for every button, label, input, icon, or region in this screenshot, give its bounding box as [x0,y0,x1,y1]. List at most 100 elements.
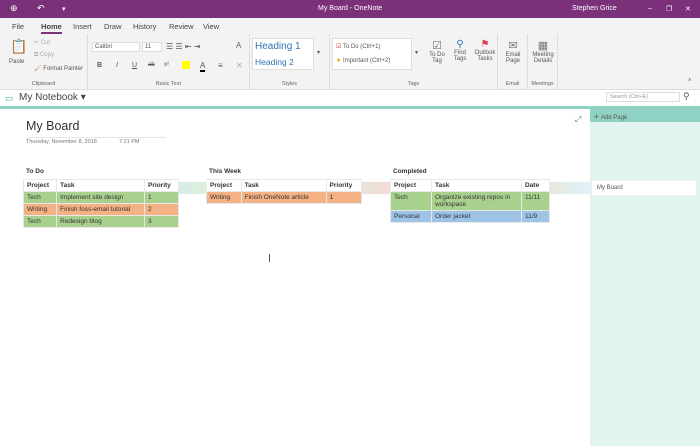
strikethrough-button[interactable]: ab [148,62,155,68]
quick-access-dropdown[interactable]: ▾ [62,5,66,13]
window-title: My Board - OneNote [318,5,383,12]
column-header: Project [390,179,432,192]
add-page-label: Add Page [600,115,628,121]
user-name[interactable]: Stephen Grice [572,5,617,12]
bold-button[interactable]: B [97,62,102,69]
this-week-table: Project Task Priority Writing Finish OneNot… [206,179,363,204]
find-icon: ⚲ [456,39,464,50]
tab-view[interactable]: View [203,22,219,31]
cell: 1 [325,191,363,204]
heading-2-style[interactable]: Heading 2 [255,57,294,67]
completed-table: Project Task Date Tech Organize existing re… [390,179,551,223]
close-button[interactable]: ✕ [685,5,691,13]
cut-button[interactable]: ✂ Cut [34,39,50,46]
column-header: Project [22,179,58,192]
cell: Writing [22,203,58,216]
tab-review[interactable]: Review [169,22,194,31]
superscript-button[interactable]: x² [164,62,169,68]
search-icon[interactable]: ⚲ [683,91,690,102]
table-row[interactable]: Writing Finish OneNote article 1 [206,191,363,204]
scissors-icon: ✂ [34,40,41,46]
completed-title: Completed [393,168,427,175]
calendar-icon: ▦ [537,40,549,52]
expand-icon[interactable]: ⤢ [575,115,581,125]
basic-text-label: Basic Text [156,81,181,87]
outlook-tasks-button[interactable]: ⚑ Outlook Tasks [473,39,497,62]
email-page-label: Email Page [505,52,521,64]
tags-dropdown-icon[interactable]: ▾ [415,49,418,56]
styles-dropdown-icon[interactable]: ▾ [317,49,320,56]
tab-history[interactable]: History [133,22,156,31]
this-week-title: This Week [209,168,242,175]
tab-draw[interactable]: Draw [104,22,122,31]
title-bar: ⊕ ↶ ▾ My Board - OneNote Stephen Grice –… [0,0,700,18]
cell: Order jacket [430,210,522,223]
page-title[interactable]: My Board [26,119,80,133]
tags-gallery: ☑ To Do (Ctrl+1) ★ Important (Ctrl+2) [332,38,412,70]
tab-insert[interactable]: Insert [73,22,92,31]
add-page-button[interactable]: + Add Page [590,109,700,122]
cell: Finish foss-email tutorial [56,203,146,216]
column-header: Project [206,179,242,192]
back-button[interactable]: ⊕ [10,3,18,14]
search-input[interactable]: Search (Ctrl+E) [606,92,680,102]
todo-tag-item[interactable]: ☑ To Do (Ctrl+1) [336,43,380,50]
format-painter-label: Format Painter [43,66,83,72]
font-size-select[interactable]: 11 [142,42,162,52]
cell: 1 [144,191,179,204]
underline-button[interactable]: U [132,62,137,69]
text-cursor [269,254,270,262]
cell: 2 [144,203,179,216]
align-icon[interactable]: ≡ [218,61,223,70]
notebook-selector[interactable]: My Notebook ▾ [19,92,86,103]
table-row[interactable]: Tech Organize existing repos in workspace… [390,191,551,211]
important-tag-label: Important (Ctrl+2) [343,58,391,64]
heading-1-style[interactable]: Heading 1 [255,41,301,52]
cell: Tech [22,215,58,228]
page-item-my-board[interactable]: My Board [592,181,696,195]
collapse-ribbon-icon[interactable]: ˄ [688,78,692,84]
table-row[interactable]: Writing Finish foss-email tutorial 2 [22,203,179,216]
todo-tag-button[interactable]: ☑ To Do Tag [428,39,446,64]
font-color-button[interactable]: A [200,61,206,72]
format-painter-button[interactable]: 🖌 Format Painter [34,65,83,72]
clipboard-group: 📋 Paste ✂ Cut ⧉ Copy 🖌 Format Painter Cl… [0,34,88,90]
styles-group: Heading 1 Heading 2 ▾ Styles [250,34,330,90]
meeting-details-button[interactable]: ▦ Meeting Details [530,39,556,64]
cell: 11/11 [520,191,551,211]
restore-button[interactable]: ❐ [666,5,672,13]
copy-button[interactable]: ⧉ Copy [34,52,54,59]
find-tags-button[interactable]: ⚲ Find Tags [451,39,469,62]
minimize-button[interactable]: – [648,5,652,12]
cell: Organize existing repos in workspace [430,191,522,211]
table-row[interactable]: Personal Order jacket 11/9 [390,210,551,223]
tab-home[interactable]: Home [41,22,62,34]
page-time: 7:21 PM [119,139,140,145]
table-row[interactable]: Tech Implement site design 1 [22,191,179,204]
todo-tag-label: To Do (Ctrl+1) [342,44,381,50]
clear-formatting-button[interactable]: ✕ [236,61,243,70]
undo-button[interactable]: ↶ [37,3,45,14]
ribbon: 📋 Paste ✂ Cut ⧉ Copy 🖌 Format Painter Cl… [0,34,700,90]
font-select[interactable]: Calibri [92,42,140,52]
important-tag-item[interactable]: ★ Important (Ctrl+2) [336,57,390,64]
page-content[interactable]: My Board Thursday, November 8, 2018 7:21… [0,106,590,446]
column-header: Date [520,179,551,192]
meeting-details-label: Meeting Details [532,52,554,64]
notebook-icon: ▭ [5,93,14,103]
meetings-group: ▦ Meeting Details Meetings [528,34,558,90]
basic-text-group: Calibri 11 ☰ ☰ ⇤ ⇥ A B I U ab x² A ≡ ✕ B… [88,34,250,90]
clipboard-label: Clipboard [31,81,56,87]
styles-a-icon[interactable]: A [236,41,241,50]
notebook-name: My Notebook [19,92,78,103]
ribbon-tabs: File Home Insert Draw History Review Vie… [0,18,700,34]
email-page-button[interactable]: ✉ Email Page [502,39,524,64]
highlight-icon[interactable] [182,61,190,69]
paste-button[interactable]: Paste [9,59,24,65]
tab-file[interactable]: File [12,22,24,31]
italic-button[interactable]: I [116,62,118,69]
bullets-icon[interactable]: ☰ ☰ ⇤ ⇥ [166,42,200,51]
table-row[interactable]: Tech Redesign blog 3 [22,215,179,228]
checkmark-icon: ☑ [432,40,442,52]
todo-table: Project Task Priority Tech Implement site d… [22,179,179,228]
